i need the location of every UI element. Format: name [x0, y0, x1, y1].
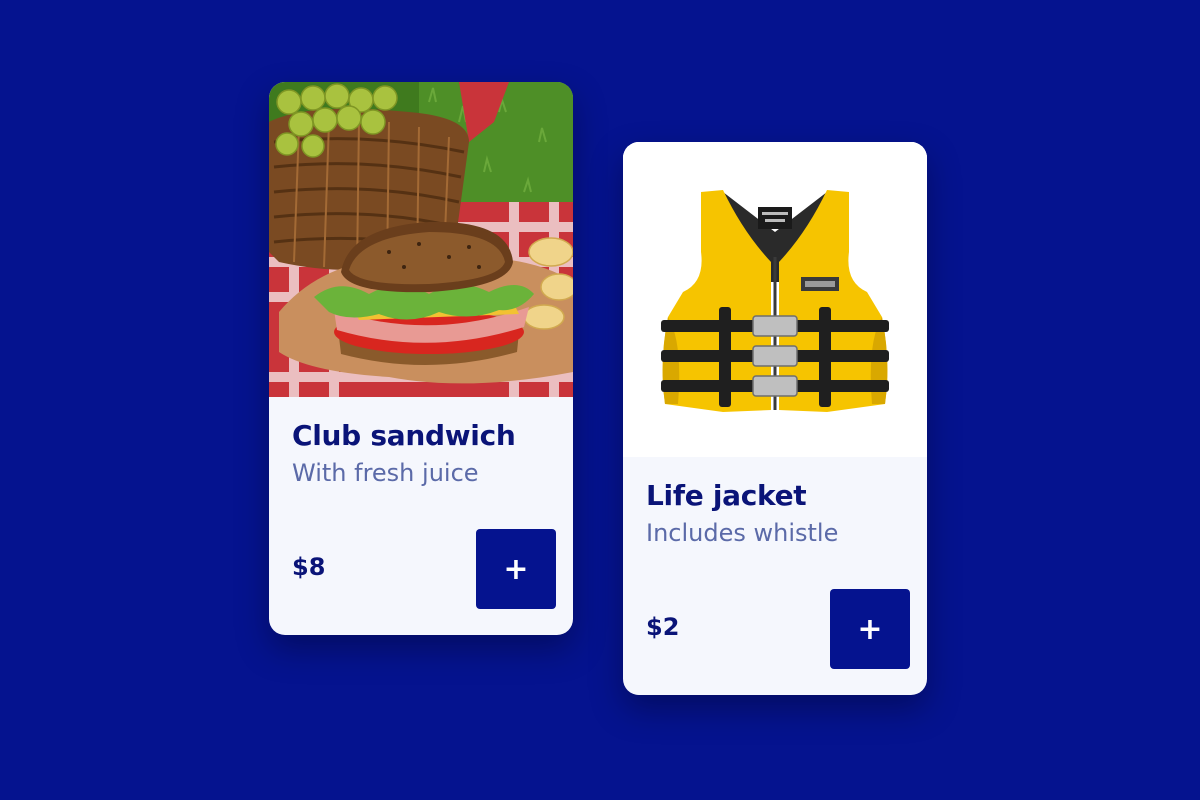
- life-jacket-image: [623, 142, 927, 457]
- add-to-cart-button[interactable]: +: [830, 589, 910, 669]
- club-sandwich-image: [269, 82, 573, 397]
- plus-icon: +: [857, 611, 883, 647]
- plus-icon: +: [503, 551, 529, 587]
- add-to-cart-button[interactable]: +: [476, 529, 556, 609]
- product-subtitle: Includes whistle: [646, 519, 839, 547]
- product-title: Club sandwich: [292, 419, 516, 452]
- product-subtitle: With fresh juice: [292, 459, 479, 487]
- product-title: Life jacket: [646, 479, 807, 512]
- product-card-club-sandwich: Club sandwich With fresh juice $8 +: [269, 82, 573, 635]
- product-price: $8: [292, 553, 326, 581]
- product-price: $2: [646, 613, 680, 641]
- product-card-life-jacket: Life jacket Includes whistle $2 +: [623, 142, 927, 695]
